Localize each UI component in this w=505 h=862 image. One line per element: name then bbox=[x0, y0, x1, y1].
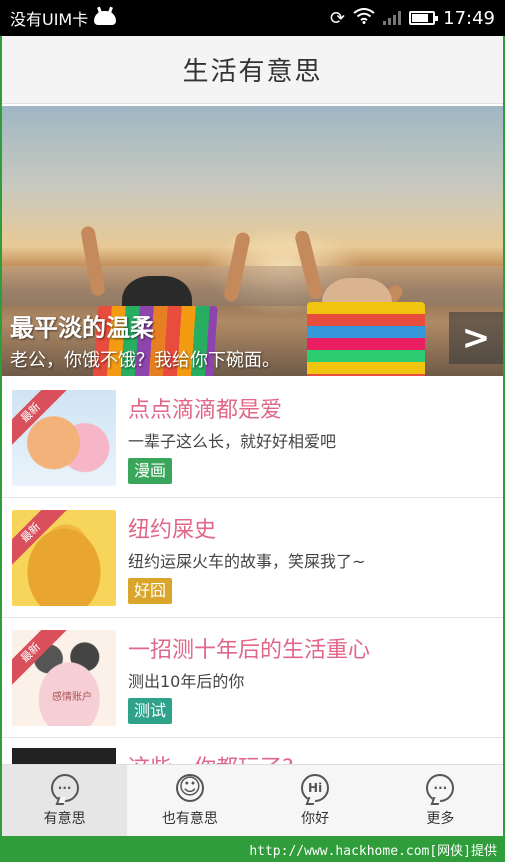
carrier-text: 没有UIM卡 bbox=[10, 10, 89, 29]
nav-label: 也有意思 bbox=[161, 810, 218, 827]
item-title: 纽约屎史 bbox=[128, 518, 217, 543]
app-header: 生活有意思 bbox=[2, 36, 503, 104]
new-badge: 最新 bbox=[12, 510, 70, 572]
watermark-text: http://www.hackhome.com[网侠]提供 bbox=[249, 843, 497, 859]
nav-tab-youyisi[interactable]: ··· 有意思 bbox=[2, 765, 128, 836]
item-description: 测出10年后的你 bbox=[128, 672, 245, 691]
watermark-bar: http://www.hackhome.com[网侠]提供 bbox=[0, 836, 505, 862]
item-description: 一辈子这么长，就好好相爱吧 bbox=[128, 432, 337, 451]
new-badge: 最新 bbox=[12, 390, 70, 452]
nav-label: 有意思 bbox=[43, 810, 86, 827]
nav-label: 你好 bbox=[301, 810, 330, 827]
banner-title: 最平淡的温柔 bbox=[10, 314, 154, 342]
smiley-icon: ☺ bbox=[175, 773, 204, 802]
blackberry-icon bbox=[94, 11, 117, 25]
item-description: 纽约运屎火车的故事，笑屎我了~ bbox=[128, 552, 366, 571]
nav-tab-gengduo[interactable]: ··· 更多 bbox=[378, 765, 503, 836]
item-title: 点点滴滴都是爱 bbox=[128, 398, 283, 423]
item-thumbnail bbox=[12, 748, 116, 764]
banner-sea bbox=[2, 266, 503, 306]
item-tag[interactable]: 漫画 bbox=[128, 458, 173, 484]
item-tag[interactable]: 好囧 bbox=[128, 578, 173, 604]
sync-icon: ⟳ bbox=[330, 7, 346, 29]
item-title: 这些一你都玩了? bbox=[128, 750, 294, 764]
list-item[interactable]: 这些一你都玩了? bbox=[2, 738, 503, 764]
wifi-icon bbox=[353, 8, 375, 28]
chevron-right-icon: > bbox=[461, 318, 491, 358]
status-bar: 没有UIM卡 ⟳ 17:49 bbox=[0, 0, 505, 36]
signal-icon bbox=[383, 11, 402, 25]
item-tag[interactable]: 测试 bbox=[128, 698, 173, 724]
page-title: 生活有意思 bbox=[182, 57, 323, 87]
bottom-nav: ··· 有意思 ☺ 也有意思 Hi 你好 ··· 更多 bbox=[2, 764, 503, 836]
item-thumbnail: 最新 感情账户 bbox=[12, 630, 116, 726]
list-item[interactable]: 最新 点点滴滴都是爱 一辈子这么长，就好好相爱吧 漫画 bbox=[2, 378, 503, 498]
banner-chair-right bbox=[307, 302, 425, 376]
nav-label: 更多 bbox=[426, 810, 455, 827]
article-list[interactable]: 最新 点点滴滴都是爱 一辈子这么长，就好好相爱吧 漫画 最新 纽约屎史 纽约运屎… bbox=[2, 378, 503, 764]
list-item[interactable]: 最新 感情账户 一招测十年后的生活重心 测出10年后的你 测试 bbox=[2, 618, 503, 738]
thumbnail-caption: 感情账户 bbox=[52, 692, 92, 703]
new-badge: 最新 bbox=[12, 630, 70, 692]
more-dots-icon: ··· bbox=[426, 773, 455, 802]
battery-icon bbox=[409, 11, 439, 25]
nav-tab-nihao[interactable]: Hi 你好 bbox=[253, 765, 378, 836]
banner-subtitle: 老公，你饿不饿？我给你下碗面。 bbox=[10, 350, 280, 371]
banner-next-button[interactable]: > bbox=[449, 312, 503, 364]
featured-banner[interactable]: 最平淡的温柔 老公，你饿不饿？我给你下碗面。 > bbox=[2, 106, 503, 376]
item-thumbnail: 最新 bbox=[12, 390, 116, 486]
nav-tab-yeyouyisi[interactable]: ☺ 也有意思 bbox=[127, 765, 252, 836]
hi-icon: Hi bbox=[301, 773, 330, 802]
chat-dots-icon: ··· bbox=[50, 773, 79, 802]
item-thumbnail: 最新 bbox=[12, 510, 116, 606]
clock-text: 17:49 bbox=[443, 7, 495, 29]
item-title: 一招测十年后的生活重心 bbox=[128, 638, 371, 663]
list-item[interactable]: 最新 纽约屎史 纽约运屎火车的故事，笑屎我了~ 好囧 bbox=[2, 498, 503, 618]
